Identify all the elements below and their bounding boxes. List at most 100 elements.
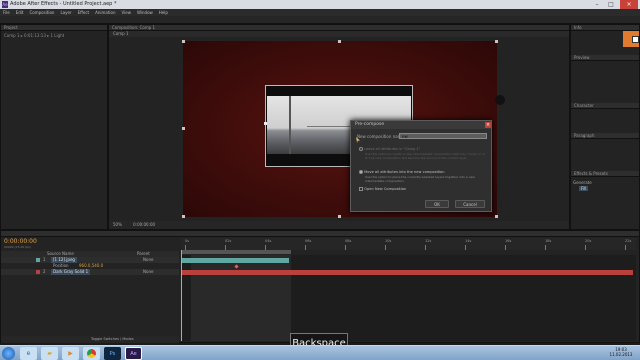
transform-handle[interactable] <box>182 215 185 218</box>
timeline-tab[interactable] <box>1 231 639 237</box>
ruler-tick-mark <box>425 245 426 250</box>
transform-handle[interactable] <box>182 40 185 43</box>
ruler-tick-label: 12s <box>425 239 432 243</box>
maximize-button[interactable]: □ <box>604 0 618 9</box>
open-new-composition-option[interactable]: Open New Composition <box>359 187 406 191</box>
leave-attributes-radio[interactable] <box>359 147 363 151</box>
layer-color-label[interactable] <box>36 270 40 274</box>
menu-view[interactable]: View <box>122 9 132 16</box>
menu-help[interactable]: Help <box>159 9 168 16</box>
layer-handle[interactable] <box>264 122 267 125</box>
photoshop-icon[interactable]: Ps <box>104 347 121 360</box>
ruler-tick-mark <box>545 245 546 250</box>
dialog-title: Pre-compose <box>351 121 491 129</box>
pre-compose-dialog: Pre-compose × New composition name: ew L… <box>350 120 492 212</box>
leave-attributes-description: Use this option to create a new intermed… <box>365 152 485 160</box>
comp-footer: 50% 0:00:00:00 <box>109 221 569 229</box>
system-clock[interactable]: 19:03 11.02.2013 <box>605 347 637 357</box>
move-attributes-label: Move all attributes into the new composi… <box>364 170 445 174</box>
composition-name-input[interactable]: ew <box>399 133 487 139</box>
project-panel: Project Comp 1 ▸ 0:01:13:13 ▸ 1 Light <box>0 24 108 230</box>
effects-group-generate[interactable]: Generate <box>573 180 592 185</box>
menu-bar: File Edit Composition Layer Effect Anima… <box>0 9 640 16</box>
layer-duration-bar[interactable] <box>181 258 289 263</box>
ruler-tick-label: 08s <box>345 239 352 243</box>
playhead[interactable] <box>181 250 182 341</box>
time-ruler[interactable]: 0s 02s 04s 06s 08s 10s 12s 14s 16s 18s 20s 22s <box>181 238 636 250</box>
open-new-checkbox[interactable] <box>359 187 363 191</box>
ruler-tick-mark <box>305 245 306 250</box>
ruler-tick-label: 16s <box>505 239 512 243</box>
character-tab[interactable]: Character <box>571 103 639 109</box>
menu-effect[interactable]: Effect <box>78 9 90 16</box>
open-new-label: Open New Composition <box>364 187 407 191</box>
layer-color-label[interactable] <box>36 258 40 262</box>
ruler-tick-label: 0s <box>185 239 190 243</box>
timeline-current-time[interactable]: 0:00:00:00 <box>4 238 37 245</box>
media-player-icon[interactable]: ▶ <box>62 347 79 360</box>
menu-file[interactable]: File <box>3 9 10 16</box>
folder-icon[interactable]: ▰ <box>41 347 58 360</box>
dialog-close-icon[interactable]: × <box>485 122 491 128</box>
work-area-bar[interactable] <box>181 250 291 254</box>
comp-current-time[interactable]: 0:00:00:00 <box>133 222 155 227</box>
paragraph-tab[interactable]: Paragraph <box>571 133 639 139</box>
ruler-tick-label: 02s <box>225 239 232 243</box>
menu-window[interactable]: Window <box>137 9 153 16</box>
layer-name[interactable]: Dark Gray Solid 1 <box>51 269 91 275</box>
layer-duration-bar[interactable] <box>181 270 633 275</box>
move-attributes-radio[interactable] <box>359 170 363 174</box>
after-effects-taskbar-icon[interactable]: Ae <box>125 347 142 360</box>
layer-parent[interactable]: None <box>143 269 153 275</box>
internet-explorer-icon[interactable]: e <box>20 347 37 360</box>
comp-subtab[interactable]: Comp 1 <box>109 31 569 37</box>
menu-edit[interactable]: Edit <box>16 9 24 16</box>
ruler-tick-label: 22s <box>625 239 632 243</box>
tools-toolbar <box>0 16 640 24</box>
transform-handle[interactable] <box>338 40 341 43</box>
pole-shape <box>289 96 291 154</box>
layer-number: 2 <box>43 269 46 274</box>
leave-attributes-label: Leave all attributes in "Comp 1" <box>364 147 421 151</box>
chrome-icon[interactable] <box>83 347 100 360</box>
transform-handle[interactable] <box>182 127 185 130</box>
windows-taskbar: e ▰ ▶ Ps Ae 19:03 11.02.2013 <box>0 345 640 360</box>
table-row[interactable]: 2 Dark Gray Solid 1 None <box>1 269 179 275</box>
ok-button[interactable]: OK <box>425 200 449 208</box>
leave-attributes-option[interactable]: Leave all attributes in "Comp 1" <box>359 147 420 151</box>
zoom-level[interactable]: 50% <box>113 222 122 227</box>
timeline-panel: 0:00:00:00 00000 (25.00 fps) Source Name… <box>0 230 640 343</box>
cancel-button[interactable]: Cancel <box>455 200 485 208</box>
transform-handle[interactable] <box>495 215 498 218</box>
menu-layer[interactable]: Layer <box>60 9 71 16</box>
work-area-shade <box>191 255 291 341</box>
clock-date: 11.02.2013 <box>609 352 633 357</box>
minimize-button[interactable]: – <box>590 0 604 9</box>
move-attributes-option[interactable]: Move all attributes into the new composi… <box>359 170 445 174</box>
ruler-tick-label: 10s <box>385 239 392 243</box>
right-panels: Info Preview Character Paragraph Effects… <box>570 24 640 230</box>
ruler-tick-mark <box>585 245 586 250</box>
transform-handle[interactable] <box>338 215 341 218</box>
track-area <box>181 250 636 341</box>
menu-composition[interactable]: Composition <box>29 9 54 16</box>
title-bar: Ae Adobe After Effects - Untitled Projec… <box>0 0 640 9</box>
windows-start-icon[interactable] <box>2 347 15 360</box>
transform-handle[interactable] <box>495 40 498 43</box>
toggle-switches-footer[interactable]: Toggle Switches / Modes <box>1 336 179 343</box>
window-title: Adobe After Effects - Untitled Project.a… <box>10 1 117 7</box>
after-effects-logo-icon: Ae <box>2 1 8 8</box>
ruler-tick-mark <box>625 245 626 250</box>
effects-presets-tab[interactable]: Effects & Presets <box>571 171 639 177</box>
ruler-tick-mark <box>465 245 466 250</box>
effects-item-fill[interactable]: Fill <box>579 186 589 191</box>
color-swatch[interactable] <box>623 31 639 47</box>
ruler-tick-mark <box>345 245 346 250</box>
preview-tab[interactable]: Preview <box>571 55 639 61</box>
ruler-tick-label: 06s <box>305 239 312 243</box>
close-button[interactable]: × <box>620 0 638 9</box>
menu-animation[interactable]: Animation <box>95 9 115 16</box>
ruler-tick-mark <box>505 245 506 250</box>
composition-panel: Composition: Comp 1 Comp 1 50% 0:00:00:0… <box>108 24 570 230</box>
timeline-fps: 00000 (25.00 fps) <box>4 245 31 249</box>
